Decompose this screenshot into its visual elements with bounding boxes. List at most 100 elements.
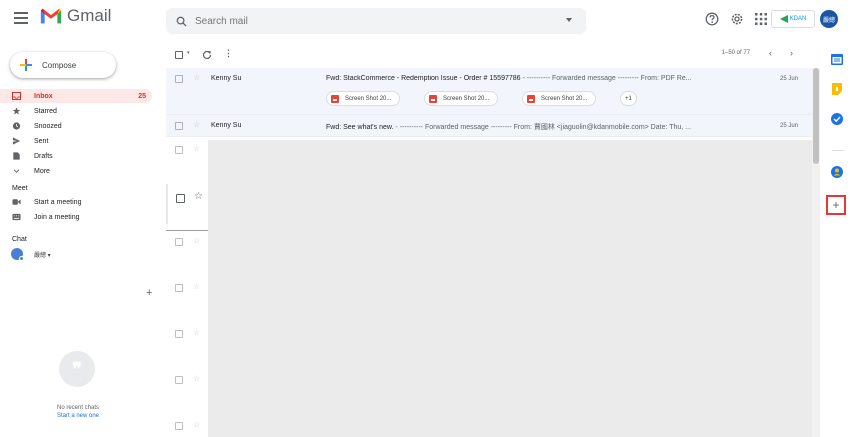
row-divider bbox=[166, 230, 208, 231]
email-checkbox[interactable] bbox=[175, 238, 183, 246]
email-checkbox[interactable] bbox=[175, 75, 183, 83]
attachment-chip[interactable]: Screen Shot 20... bbox=[522, 91, 597, 106]
previous-page-icon[interactable]: ‹ bbox=[769, 48, 772, 58]
side-panel: + bbox=[822, 40, 853, 437]
email-star-icon[interactable]: ☆ bbox=[193, 420, 200, 429]
sidebar-item-label: Sent bbox=[34, 137, 49, 145]
app-name: Gmail bbox=[67, 6, 112, 25]
email-checkbox[interactable] bbox=[175, 284, 183, 292]
scrollbar-thumb[interactable] bbox=[813, 68, 819, 164]
help-icon[interactable] bbox=[705, 12, 719, 26]
kdan-arrow-icon bbox=[779, 15, 788, 23]
list-item[interactable]: ☆ bbox=[166, 184, 208, 224]
calendar-icon[interactable] bbox=[830, 52, 844, 66]
attachment-name: Screen Shot 20... bbox=[541, 95, 588, 102]
search-bar[interactable] bbox=[166, 8, 586, 34]
top-header: Gmail KDAN bbox=[0, 0, 853, 40]
kdan-label: KDAN bbox=[789, 16, 807, 22]
email-subject-text: Fwd: StackCommerce - Redemption Issue - … bbox=[326, 75, 521, 82]
sidebar-item-drafts[interactable]: Drafts bbox=[0, 149, 152, 163]
start-meeting-label: Start a meeting bbox=[34, 198, 82, 206]
chat-section-title: Chat bbox=[12, 235, 27, 243]
attachment-chip[interactable]: Screen Shot 20... bbox=[326, 91, 401, 106]
select-all-checkbox[interactable] bbox=[175, 51, 183, 59]
image-file-icon bbox=[429, 94, 437, 103]
email-date: 25 Jun bbox=[779, 123, 798, 129]
start-meeting-item[interactable]: Start a meeting bbox=[0, 195, 152, 209]
apps-grid-icon[interactable] bbox=[754, 12, 768, 26]
image-file-icon bbox=[331, 94, 339, 103]
search-options-icon[interactable] bbox=[566, 18, 572, 22]
start-new-chat-link[interactable]: Start a new one bbox=[20, 413, 136, 419]
sidebar-item-inbox[interactable]: Inbox 25 bbox=[0, 89, 152, 103]
more-options-icon[interactable]: ⋮ bbox=[224, 48, 233, 59]
email-date: 25 Jun bbox=[779, 76, 798, 82]
get-addons-plus-button[interactable]: + bbox=[826, 195, 846, 215]
chat-user-status[interactable]: 嚴總 ▾ bbox=[0, 246, 152, 262]
email-checkbox[interactable] bbox=[175, 422, 183, 430]
star-icon bbox=[12, 107, 21, 115]
email-star-icon[interactable]: ☆ bbox=[193, 236, 200, 245]
email-checkbox[interactable] bbox=[176, 194, 185, 203]
email-subject-text: Fwd: See what's new. bbox=[326, 124, 394, 131]
mail-list-scrollbar[interactable] bbox=[812, 68, 820, 437]
mail-toolbar: ▾ ⋮ 1–50 of 77 ‹ › bbox=[166, 44, 806, 66]
email-checkbox[interactable] bbox=[175, 122, 183, 130]
compose-plus-icon bbox=[20, 59, 32, 71]
email-star-icon[interactable]: ☆ bbox=[193, 282, 200, 291]
new-chat-plus-icon[interactable]: + bbox=[146, 287, 152, 299]
gmail-m-icon bbox=[40, 8, 62, 24]
join-meeting-item[interactable]: Join a meeting bbox=[0, 210, 152, 224]
pagination-text: 1–50 of 77 bbox=[721, 50, 750, 56]
email-star-icon[interactable]: ☆ bbox=[193, 144, 200, 153]
email-snippet: - ---------- Forwarded message ---------… bbox=[520, 75, 692, 82]
account-avatar[interactable]: 嚴總 bbox=[820, 10, 838, 28]
sidebar-item-sent[interactable]: Sent bbox=[0, 134, 152, 148]
contacts-icon[interactable] bbox=[830, 165, 844, 179]
search-icon[interactable] bbox=[176, 16, 187, 27]
sidebar-item-more[interactable]: More bbox=[0, 164, 152, 178]
email-snippet: - ---------- Forwarded message ---------… bbox=[393, 124, 692, 131]
email-star-icon[interactable]: ☆ bbox=[193, 374, 200, 383]
image-file-icon bbox=[527, 94, 535, 103]
search-input[interactable] bbox=[195, 15, 555, 27]
email-subject: Fwd: StackCommerce - Redemption Issue - … bbox=[326, 75, 771, 82]
attachment-name: Screen Shot 20... bbox=[345, 95, 392, 102]
draft-icon bbox=[13, 152, 20, 160]
sidebar-item-label: Inbox bbox=[34, 92, 53, 100]
sidebar-item-starred[interactable]: Starred bbox=[0, 104, 152, 118]
email-star-icon[interactable]: ☆ bbox=[193, 120, 200, 129]
sidebar-nav: Inbox 25 Starred Snoozed Sent Drafts Mor… bbox=[0, 89, 152, 262]
tasks-icon[interactable] bbox=[830, 112, 844, 126]
keep-notes-icon[interactable] bbox=[830, 82, 844, 96]
email-star-icon[interactable]: ☆ bbox=[193, 328, 200, 337]
email-row[interactable]: ☆ Kenny Su Fwd: StackCommerce - Redempti… bbox=[166, 68, 812, 115]
email-sender: Kenny Su bbox=[211, 122, 242, 129]
email-star-icon[interactable]: ☆ bbox=[194, 191, 203, 202]
quote-bubble-icon: ❞ bbox=[59, 351, 95, 387]
email-checkbox[interactable] bbox=[175, 146, 183, 154]
gmail-logo[interactable]: Gmail bbox=[40, 6, 111, 26]
chevron-down-icon bbox=[13, 169, 20, 173]
loading-overlay bbox=[208, 140, 812, 437]
email-star-icon[interactable]: ☆ bbox=[193, 73, 200, 82]
select-dropdown-icon[interactable]: ▾ bbox=[187, 50, 190, 56]
email-subject: Fwd: See what's new. - ---------- Forwar… bbox=[326, 122, 771, 132]
compose-label: Compose bbox=[42, 60, 77, 70]
email-checkbox[interactable] bbox=[175, 330, 183, 338]
next-page-icon[interactable]: › bbox=[790, 48, 793, 58]
kdan-account-logo[interactable]: KDAN bbox=[771, 10, 815, 28]
email-checkbox[interactable] bbox=[175, 376, 183, 384]
refresh-icon[interactable] bbox=[202, 50, 212, 60]
sidebar-item-label: Starred bbox=[34, 107, 57, 115]
sidebar-item-snoozed[interactable]: Snoozed bbox=[0, 119, 152, 133]
compose-button[interactable]: Compose bbox=[10, 52, 116, 78]
email-sender: Kenny Su bbox=[211, 75, 242, 82]
more-attachments-chip[interactable]: +1 bbox=[620, 91, 637, 106]
main-menu-icon[interactable] bbox=[14, 12, 28, 24]
side-panel-divider bbox=[832, 150, 844, 151]
inbox-icon bbox=[12, 92, 21, 100]
attachment-chip[interactable]: Screen Shot 20... bbox=[424, 91, 499, 106]
email-row[interactable]: ☆ Kenny Su Fwd: See what's new. - ------… bbox=[166, 115, 812, 137]
settings-gear-icon[interactable] bbox=[730, 12, 744, 26]
